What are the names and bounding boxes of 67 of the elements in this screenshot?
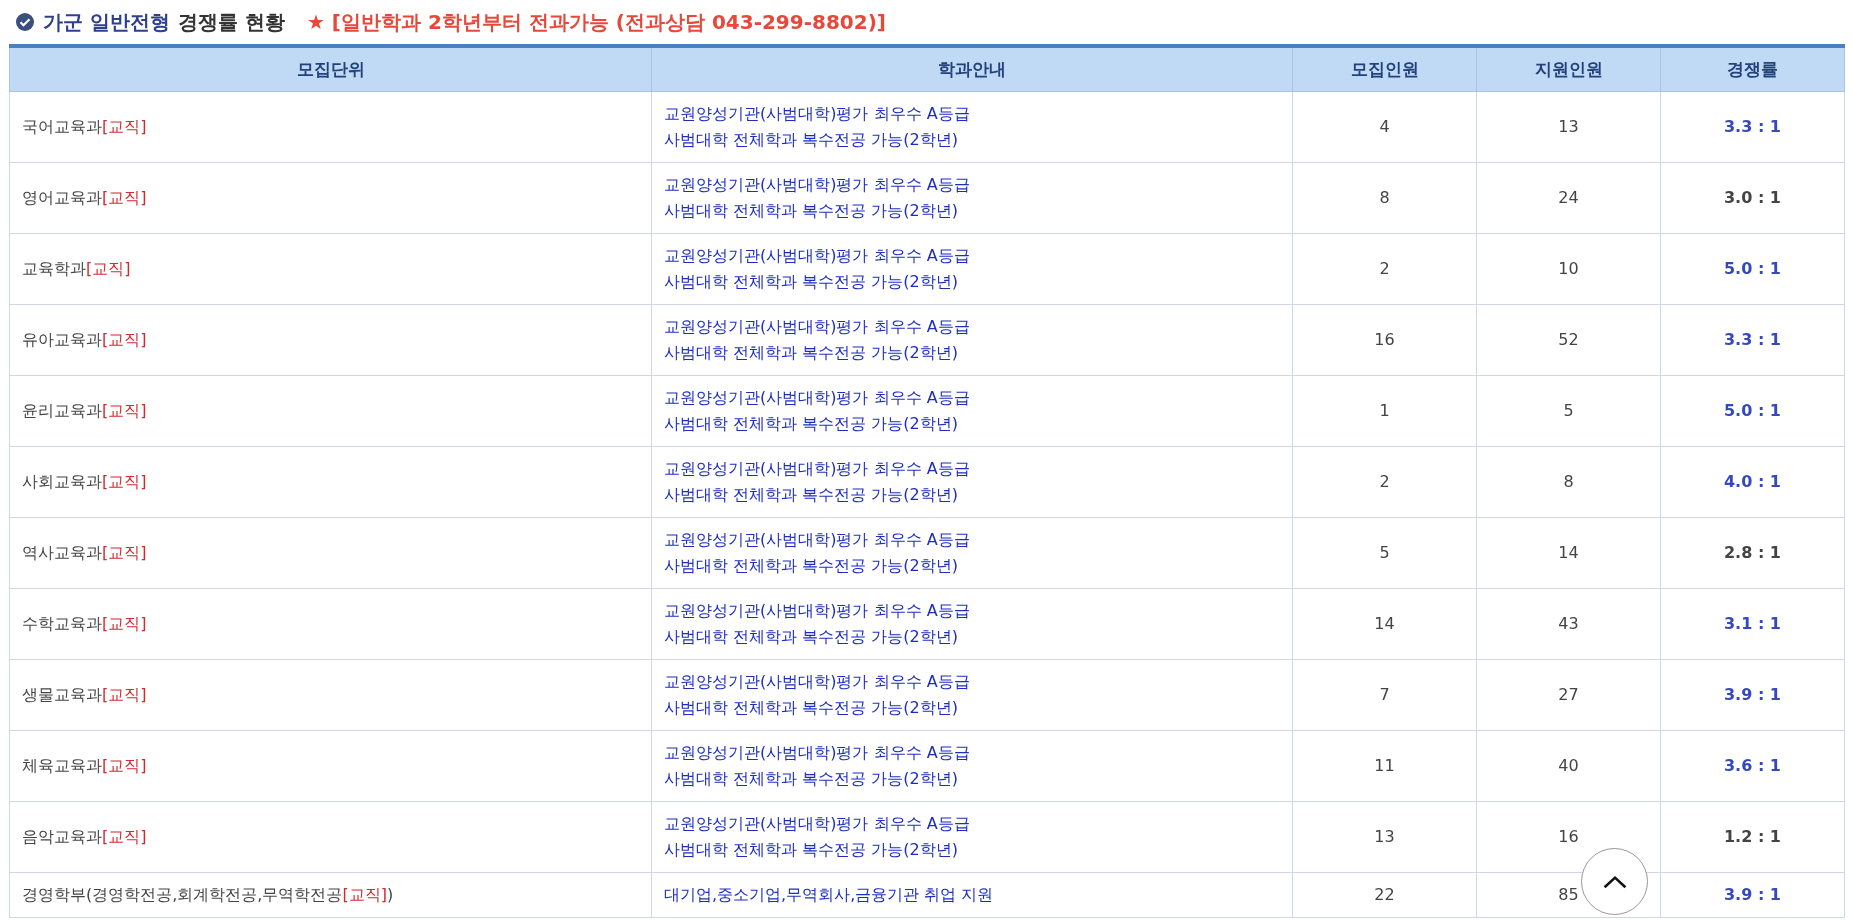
info-cell: 교원양성기관(사범대학)평가 최우수 A등급 사범대학 전체학과 복수전공 가능(2학년) — [651, 801, 1293, 873]
table-cell: 8 — [1292, 162, 1477, 234]
unit-cell: 생물교육과[교직] — [9, 659, 652, 731]
info-cell: 교원양성기관(사범대학)평가 최우수 A등급 사범대학 전체학과 복수전공 가능(2학년) — [651, 233, 1293, 305]
table-cell: 24 — [1476, 162, 1661, 234]
ratio-cell: 5.0 : 1 — [1660, 233, 1845, 305]
ratio-cell: 3.3 : 1 — [1660, 91, 1845, 163]
ratio-cell: 3.6 : 1 — [1660, 730, 1845, 802]
table-cell: 43 — [1476, 588, 1661, 660]
info-cell: 교원양성기관(사범대학)평가 최우수 A등급 사범대학 전체학과 복수전공 가능(2학년) — [651, 162, 1293, 234]
table-cell: 2 — [1292, 233, 1477, 305]
unit-cell: 윤리교육과[교직] — [9, 375, 652, 447]
table-cell: 22 — [1292, 872, 1477, 918]
ratio-cell: 1.2 : 1 — [1660, 801, 1845, 873]
table-cell: 8 — [1476, 446, 1661, 518]
table-cell: 16 — [1292, 304, 1477, 376]
unit-cell: 유아교육과[교직] — [9, 304, 652, 376]
check-circle-icon — [15, 12, 35, 32]
unit-cell: 수학교육과[교직] — [9, 588, 652, 660]
table-cell: 1 — [1292, 375, 1477, 447]
table-cell: 11 — [1292, 730, 1477, 802]
column-header: 지원인원 — [1476, 46, 1661, 92]
info-cell: 교원양성기관(사범대학)평가 최우수 A등급 사범대학 전체학과 복수전공 가능(2학년) — [651, 588, 1293, 660]
table-cell: 52 — [1476, 304, 1661, 376]
info-cell: 교원양성기관(사범대학)평가 최우수 A등급 사범대학 전체학과 복수전공 가능(2학년) — [651, 375, 1293, 447]
table-cell: 14 — [1476, 517, 1661, 589]
table-cell: 5 — [1292, 517, 1477, 589]
table-cell: 40 — [1476, 730, 1661, 802]
column-header: 모집인원 — [1292, 46, 1477, 92]
table-cell: 13 — [1292, 801, 1477, 873]
table-cell: 2 — [1292, 446, 1477, 518]
unit-cell: 교육학과[교직] — [9, 233, 652, 305]
unit-cell: 경영학부(경영학전공,회계학전공,무역학전공[교직]) — [9, 872, 652, 918]
table-cell: 5 — [1476, 375, 1661, 447]
table-cell: 7 — [1292, 659, 1477, 731]
unit-cell: 영어교육과[교직] — [9, 162, 652, 234]
info-cell: 교원양성기관(사범대학)평가 최우수 A등급 사범대학 전체학과 복수전공 가능(2학년) — [651, 446, 1293, 518]
ratio-cell: 3.9 : 1 — [1660, 659, 1845, 731]
info-cell: 교원양성기관(사범대학)평가 최우수 A등급 사범대학 전체학과 복수전공 가능(2학년) — [651, 659, 1293, 731]
info-cell: 교원양성기관(사범대학)평가 최우수 A등급 사범대학 전체학과 복수전공 가능(2학년) — [651, 517, 1293, 589]
ratio-cell: 4.0 : 1 — [1660, 446, 1845, 518]
column-header: 학과안내 — [651, 46, 1293, 92]
unit-cell: 국어교육과[교직] — [9, 91, 652, 163]
ratio-cell: 3.3 : 1 — [1660, 304, 1845, 376]
unit-cell: 체육교육과[교직] — [9, 730, 652, 802]
table-cell: 4 — [1292, 91, 1477, 163]
ratio-cell: 2.8 : 1 — [1660, 517, 1845, 589]
table-cell: 27 — [1476, 659, 1661, 731]
heading-title: 경쟁률 현황 — [177, 8, 285, 36]
column-header: 경쟁률 — [1660, 46, 1845, 92]
ratio-cell: 3.1 : 1 — [1660, 588, 1845, 660]
ratio-cell: 3.0 : 1 — [1660, 162, 1845, 234]
info-cell: 교원양성기관(사범대학)평가 최우수 A등급 사범대학 전체학과 복수전공 가능(2학년) — [651, 730, 1293, 802]
heading-group: 가군 일반전형 — [43, 8, 170, 36]
info-cell: 교원양성기관(사범대학)평가 최우수 A등급 사범대학 전체학과 복수전공 가능(2학년) — [651, 91, 1293, 163]
unit-cell: 음악교육과[교직] — [9, 801, 652, 873]
table-cell: 14 — [1292, 588, 1477, 660]
ratio-cell: 5.0 : 1 — [1660, 375, 1845, 447]
notice-text: ★ [일반학과 2학년부터 전과가능 (전과상담 043-299-8802)] — [306, 8, 886, 36]
ratio-cell: 3.9 : 1 — [1660, 872, 1845, 918]
table-cell: 13 — [1476, 91, 1661, 163]
table-cell: 10 — [1476, 233, 1661, 305]
unit-cell: 사회교육과[교직] — [9, 446, 652, 518]
column-header: 모집단위 — [9, 46, 652, 92]
unit-cell: 역사교육과[교직] — [9, 517, 652, 589]
info-cell: 대기업,중소기업,무역회사,금융기관 취업 지원 — [651, 872, 1293, 918]
info-cell: 교원양성기관(사범대학)평가 최우수 A등급 사범대학 전체학과 복수전공 가능(2학년) — [651, 304, 1293, 376]
